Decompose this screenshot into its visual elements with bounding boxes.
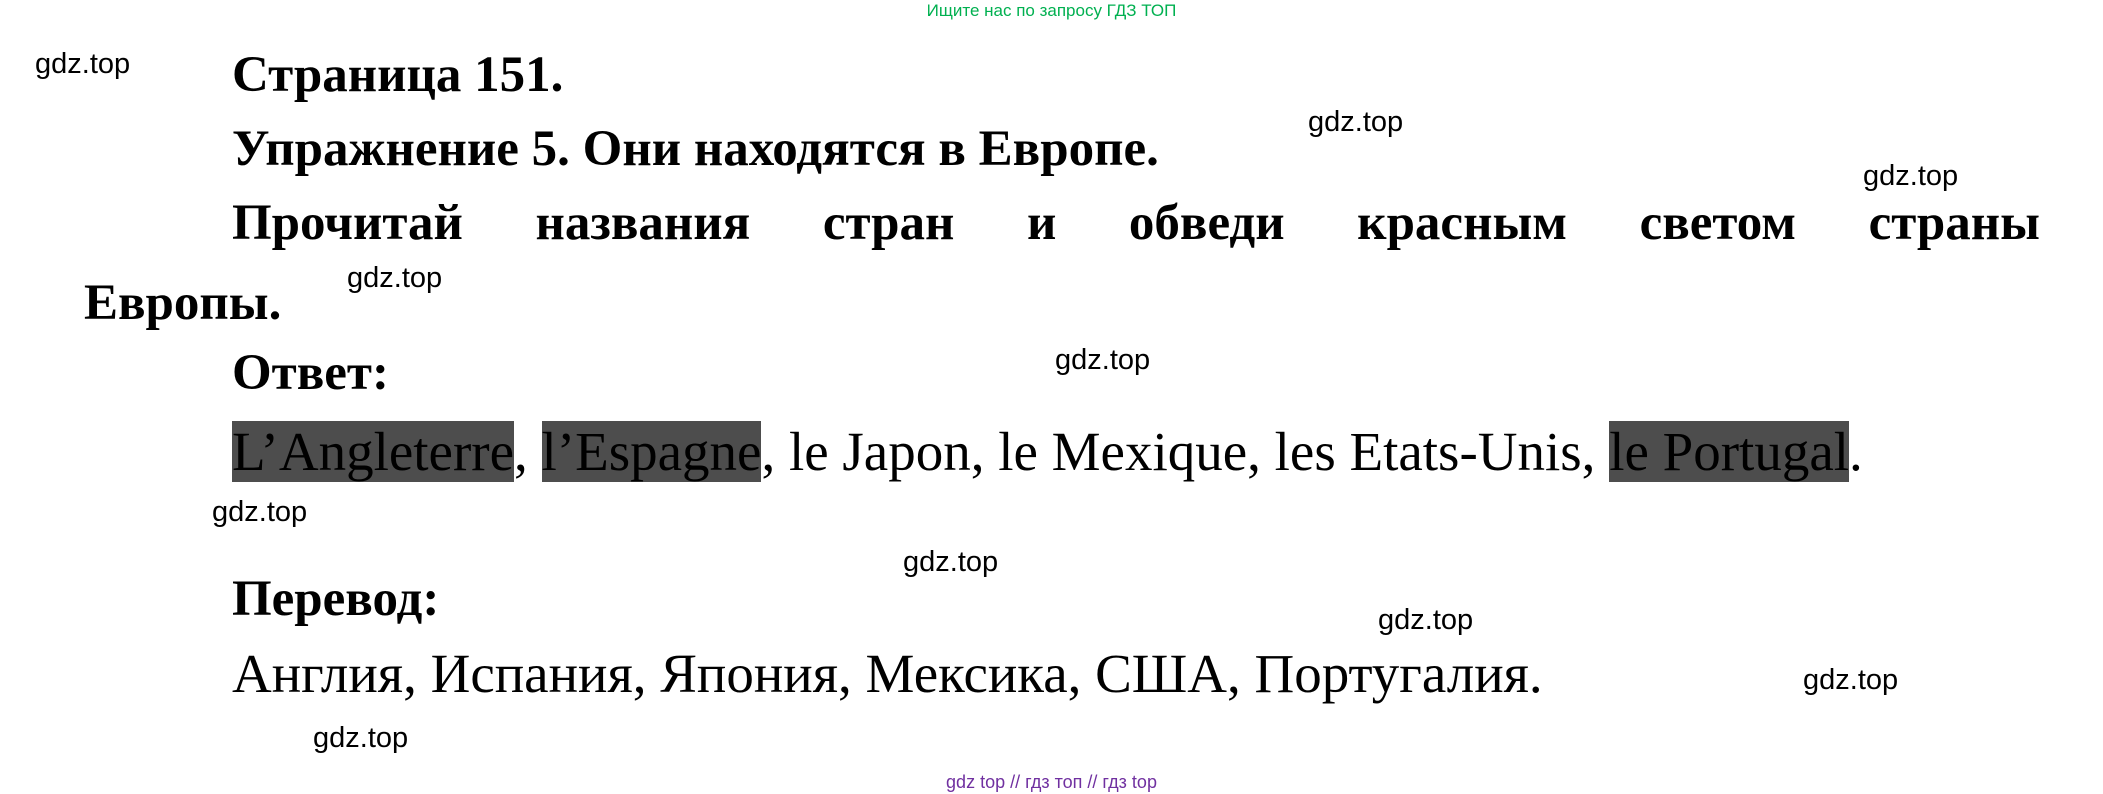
translation-text: Англия, Испания, Япония, Мексика, США, П… [232, 643, 1543, 704]
watermark: gdz.top [1055, 344, 1151, 376]
watermark: gdz.top [212, 496, 308, 528]
watermark: gdz.top [1378, 604, 1474, 636]
watermark: gdz.top [1863, 160, 1959, 192]
answer-non-european: , le Japon, le Mexique, les Etats-Unis, [761, 421, 1610, 482]
top-banner: Ищите нас по запросу ГДЗ ТОП [926, 1, 1177, 20]
answer-separator: , [514, 421, 542, 482]
highlighted-country: le Portugal [1609, 421, 1850, 482]
watermark: gdz.top [347, 262, 443, 294]
task-text: Прочитай названия стран и обведи красным… [232, 195, 2040, 251]
page-title: Страница 151. [232, 47, 564, 103]
task-text-continuation: Европы. [84, 275, 282, 331]
watermark: gdz.top [35, 48, 131, 80]
translation-label: Перевод: [232, 571, 440, 627]
answer-end: . [1849, 421, 1863, 482]
answer-label: Ответ: [232, 345, 389, 401]
watermark: gdz.top [1308, 106, 1404, 138]
watermark: gdz.top [1803, 664, 1899, 696]
answer-text: L’Angleterre, l’Espagne, le Japon, le Me… [232, 416, 1863, 488]
watermark: gdz.top [313, 722, 409, 754]
watermark: gdz.top [903, 546, 999, 578]
footer-links: gdz top // гдз топ // гдз top [946, 772, 1157, 792]
highlighted-country: l’Espagne [541, 421, 762, 482]
highlighted-country: L’Angleterre [232, 421, 515, 482]
exercise-title: Упражнение 5. Они находятся в Европе. [232, 121, 1159, 177]
